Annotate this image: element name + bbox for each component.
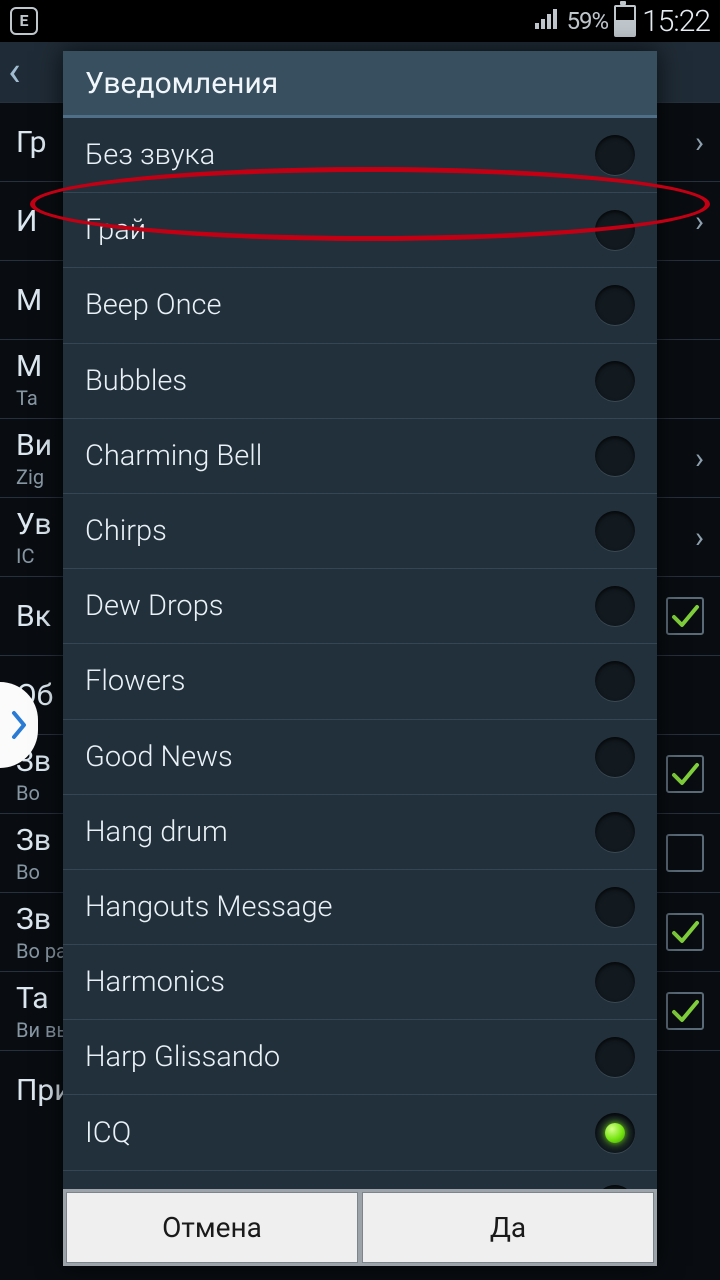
- sound-option[interactable]: Harmonics: [63, 945, 657, 1020]
- sound-option-label: Dew Drops: [85, 589, 223, 623]
- sound-option[interactable]: Грай: [63, 193, 657, 268]
- chevron-right-icon: ›: [695, 204, 704, 239]
- radio-icon[interactable]: [595, 962, 635, 1002]
- sound-option[interactable]: Hangouts Message: [63, 870, 657, 945]
- radio-icon[interactable]: [595, 887, 635, 927]
- checkbox-icon[interactable]: [666, 834, 704, 872]
- ok-button[interactable]: Да: [362, 1192, 654, 1263]
- signal-icon: [535, 6, 561, 36]
- dialog-button-bar: Отмена Да: [63, 1189, 657, 1266]
- clock: 15:22: [642, 4, 710, 39]
- chevron-right-icon: ›: [695, 441, 704, 476]
- sound-option[interactable]: Charming Bell: [63, 419, 657, 494]
- sound-option[interactable]: Chirps: [63, 494, 657, 569]
- sound-option-label: Bubbles: [85, 364, 187, 398]
- radio-icon[interactable]: [595, 361, 635, 401]
- checkbox-icon[interactable]: [666, 992, 704, 1030]
- radio-icon[interactable]: [595, 285, 635, 325]
- sound-option[interactable]: Flowers: [63, 644, 657, 719]
- eset-icon: E: [10, 7, 38, 35]
- radio-icon[interactable]: [595, 737, 635, 777]
- sound-option-label: Hang drum: [85, 815, 228, 849]
- radio-icon[interactable]: [595, 1037, 635, 1077]
- cancel-button[interactable]: Отмена: [66, 1192, 358, 1263]
- chevron-right-icon: ›: [695, 125, 704, 160]
- sound-option[interactable]: Dew Drops: [63, 569, 657, 644]
- checkbox-icon[interactable]: [666, 913, 704, 951]
- sound-option-label: Грай: [85, 213, 146, 247]
- sound-option-label: Good News: [85, 740, 233, 774]
- sound-option-label: Hangouts Message: [85, 890, 333, 924]
- sound-option-label: Beep Once: [85, 288, 221, 322]
- sound-option[interactable]: Без звука: [63, 118, 657, 193]
- sound-option[interactable]: Beep Once: [63, 268, 657, 343]
- radio-icon[interactable]: [595, 511, 635, 551]
- radio-icon[interactable]: [595, 586, 635, 626]
- sound-option[interactable]: Harp Glissando: [63, 1020, 657, 1095]
- sound-option-label: ICQ: [85, 1116, 131, 1150]
- radio-icon[interactable]: [595, 135, 635, 175]
- checkbox-icon[interactable]: [666, 597, 704, 635]
- sound-option-label: Harmonics: [85, 965, 225, 999]
- sound-option-label: Без звука: [85, 138, 215, 172]
- sound-option[interactable]: ICQ: [63, 1095, 657, 1170]
- dialog-title: Уведомления: [63, 51, 657, 118]
- radio-icon[interactable]: [595, 210, 635, 250]
- sound-option-label: Flowers: [85, 664, 185, 698]
- checkbox-icon[interactable]: [666, 755, 704, 793]
- radio-icon[interactable]: [595, 661, 635, 701]
- chevron-right-icon: ›: [695, 520, 704, 555]
- sound-option[interactable]: Join Hangout: [63, 1171, 657, 1189]
- notification-sound-dialog: Уведомления Без звука Грай Beep Once Bubble…: [63, 51, 657, 1266]
- battery-percent: 59%: [567, 7, 609, 35]
- sound-option-label: Chirps: [85, 514, 167, 548]
- sound-option-label: Harp Glissando: [85, 1040, 280, 1074]
- dialog-option-list[interactable]: Без звука Грай Beep Once Bubbles Charming Be…: [63, 118, 657, 1189]
- radio-icon[interactable]: [595, 436, 635, 476]
- sound-option[interactable]: Good News: [63, 720, 657, 795]
- status-bar: E 59% 15:22: [0, 0, 720, 42]
- back-icon[interactable]: ‹: [8, 51, 21, 93]
- radio-icon[interactable]: [595, 1113, 635, 1153]
- radio-icon[interactable]: [595, 812, 635, 852]
- sound-option[interactable]: Hang drum: [63, 795, 657, 870]
- sound-option-label: Charming Bell: [85, 439, 262, 473]
- sound-option[interactable]: Bubbles: [63, 344, 657, 419]
- battery-icon: [614, 5, 636, 37]
